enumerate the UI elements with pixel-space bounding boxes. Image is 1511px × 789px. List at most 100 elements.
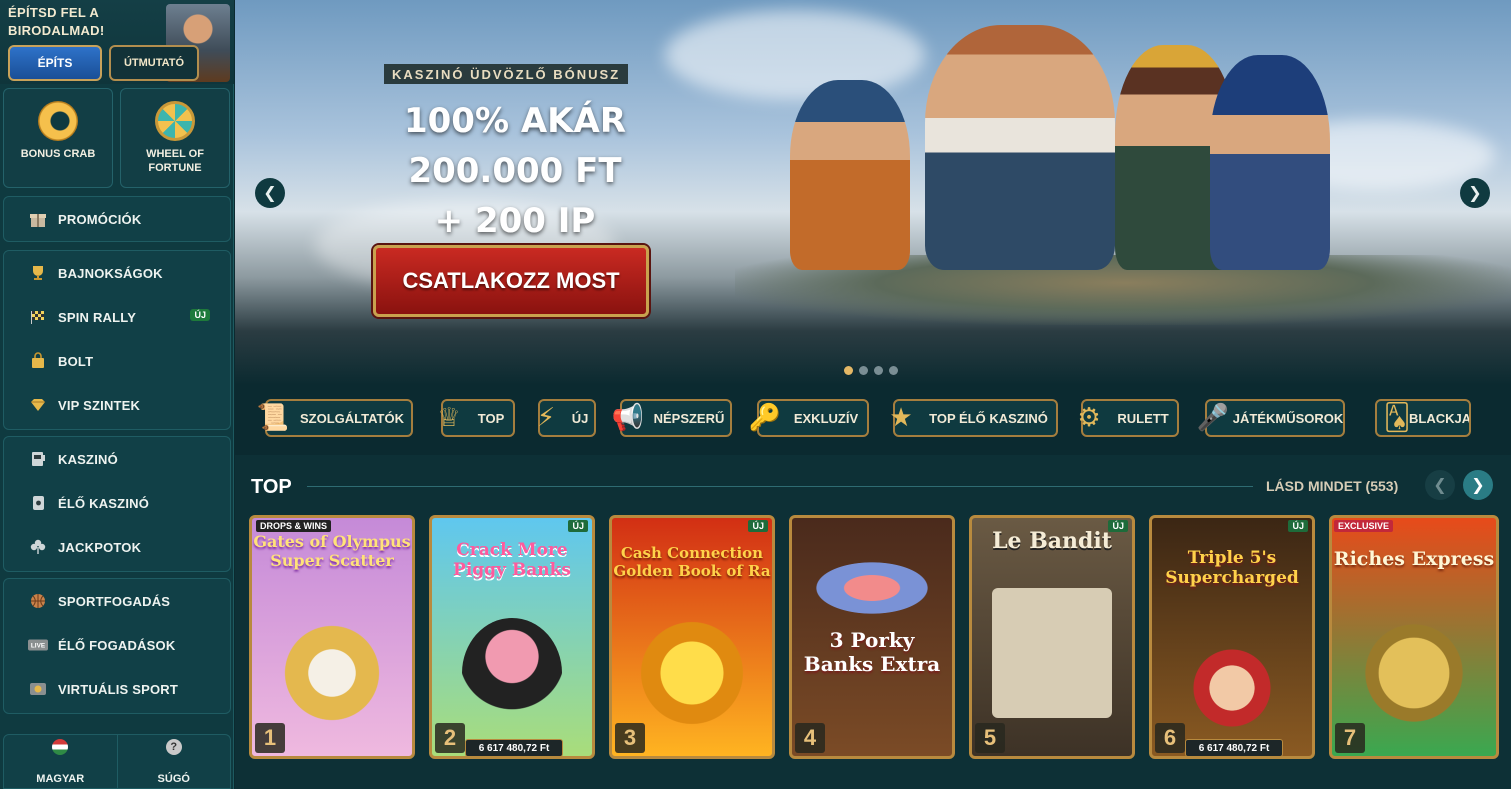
category-label: TOP <box>477 410 505 426</box>
game-card[interactable]: Cash Connection Golden Book of Ra ÚJ 3 <box>609 515 775 759</box>
hero-banner[interactable]: KASZINÓ ÜDVÖZLŐ BÓNUSZ 100% AKÁR 200.000… <box>235 0 1511 385</box>
menu-group-promos: PROMÓCIÓK <box>3 196 231 242</box>
key-icon: 🔑 <box>748 401 782 432</box>
new-badge: ÚJ <box>1108 520 1128 532</box>
see-all-link[interactable]: LÁSD MINDET (553) <box>1266 478 1398 494</box>
rank-number: 2 <box>435 723 465 753</box>
tile-label: WHEEL OF FORTUNE <box>146 148 204 174</box>
game-title: Cash Connection Golden Book of Ra <box>613 544 771 580</box>
category-label: SZOLGÁLTATÓK <box>300 410 404 426</box>
new-badge: ÚJ <box>1288 520 1308 532</box>
category-game-shows[interactable]: 🎤 JÁTÉKMŰSOROK <box>1197 399 1345 437</box>
game-card[interactable]: Riches Express EXCLUSIVE 7 <box>1329 515 1499 759</box>
carousel-dot[interactable] <box>889 366 898 375</box>
new-badge: ÚJ <box>748 520 768 532</box>
category-label: ÚJ <box>571 410 589 426</box>
sidebar-item-jackpots[interactable]: JACKPOTOK <box>4 525 230 569</box>
rank-number: 5 <box>975 723 1005 753</box>
sidebar-item-label: BOLT <box>58 353 94 369</box>
sidebar-item-virtual-sport[interactable]: VIRTUÁLIS SPORT <box>4 667 230 711</box>
category-providers[interactable]: 📜 SZOLGÁLTATÓK <box>257 399 413 437</box>
sidebar-item-casino[interactable]: KASZINÓ <box>4 437 230 481</box>
new-badge: ÚJ <box>568 520 588 532</box>
language-selector[interactable]: MAGYAR <box>4 735 117 788</box>
build-empire-title: ÉPÍTSD FEL A BIRODALMAD! <box>8 5 105 38</box>
game-title: Triple 5's Supercharged <box>1165 548 1299 588</box>
category-exclusive[interactable]: 🔑 EXKLUZÍV <box>749 399 869 437</box>
games-prev-button[interactable]: ❮ <box>1425 470 1455 500</box>
slot-machine-icon <box>28 449 48 469</box>
games-next-button[interactable]: ❯ <box>1463 470 1493 500</box>
section-divider <box>307 486 1253 487</box>
sidebar-item-label: ÉLŐ FOGADÁSOK <box>58 637 176 653</box>
guide-button[interactable]: ÚTMUTATÓ <box>109 45 199 81</box>
sidebar: ÉPÍTSD FEL A BIRODALMAD! ÉPÍTS ÚTMUTATÓ … <box>0 0 234 789</box>
game-title: Riches Express <box>1333 548 1495 570</box>
sidebar-item-shop[interactable]: BOLT <box>4 339 230 383</box>
sidebar-item-promotions[interactable]: PROMÓCIÓK <box>4 197 230 241</box>
sidebar-item-spin-rally[interactable]: SPIN RALLY ÚJ <box>4 295 230 339</box>
svg-text:LIVE: LIVE <box>31 643 45 650</box>
game-title: Le Bandit <box>992 528 1112 554</box>
sidebar-item-sportsbook[interactable]: SPORTFOGADÁS <box>4 579 230 623</box>
category-top-live-casino[interactable]: ★ TOP ÉLŐ KASZINÓ <box>889 399 1058 437</box>
sidebar-item-label: KASZINÓ <box>58 451 118 467</box>
sidebar-item-label: JACKPOTOK <box>58 539 142 555</box>
category-label: BLACKJA <box>1409 410 1471 426</box>
trophy-icon <box>28 263 48 283</box>
king-art <box>1187 643 1277 733</box>
top-games-section: TOP LÁSD MINDET (553) ❮ ❯ Gates of Olymp… <box>235 455 1511 789</box>
wheel-of-fortune-tile[interactable]: WHEEL OF FORTUNE <box>120 88 230 188</box>
lightning-icon: ⚡ <box>536 401 556 432</box>
category-top[interactable]: ♕ TOP <box>437 399 515 437</box>
microphone-icon: 🎤 <box>1196 401 1230 432</box>
hero-next-button[interactable]: ❯ <box>1460 178 1490 208</box>
carousel-dot[interactable] <box>859 366 868 375</box>
sidebar-item-live-betting[interactable]: LIVE ÉLŐ FOGADÁSOK <box>4 623 230 667</box>
category-blackjack[interactable]: 🂡 BLACKJA <box>1375 399 1471 437</box>
emperor-figure <box>790 80 910 270</box>
game-card[interactable]: Crack More Piggy Banks ÚJ 2 6 617 480,72… <box>429 515 595 759</box>
hero-prev-button[interactable]: ❮ <box>255 178 285 208</box>
headline-line: + 200 IP <box>434 201 596 241</box>
carousel-dot[interactable] <box>844 366 853 375</box>
sidebar-item-label: SPIN RALLY <box>58 309 137 325</box>
sidebar-item-tournaments[interactable]: BAJNOKSÁGOK <box>4 251 230 295</box>
rank-number: 6 <box>1155 723 1185 753</box>
exclusive-badge: EXCLUSIVE <box>1334 520 1394 532</box>
sidebar-item-live-casino[interactable]: ÉLŐ KASZINÓ <box>4 481 230 525</box>
horn-icon: 📢 <box>611 401 645 432</box>
build-button[interactable]: ÉPÍTS <box>8 45 102 81</box>
hero-bonus-tag: KASZINÓ ÜDVÖZLŐ BÓNUSZ <box>384 64 629 84</box>
carousel-dot[interactable] <box>874 366 883 375</box>
category-label: JÁTÉKMŰSOROK <box>1232 410 1344 426</box>
rank-number: 1 <box>255 723 285 753</box>
help-button[interactable]: ? SÚGÓ <box>116 735 231 788</box>
scroll-icon: 📜 <box>256 401 290 432</box>
sidebar-item-label: VIRTUÁLIS SPORT <box>58 681 179 697</box>
hungarian-flag-icon <box>52 739 69 755</box>
headline-line: 200.000 FT <box>408 151 622 191</box>
category-label: RULETT <box>1117 410 1169 426</box>
join-now-button[interactable]: CSATLAKOZZ MOST <box>373 245 649 317</box>
game-card[interactable]: 3 Porky Banks Extra 4 <box>789 515 955 759</box>
sidebar-item-label: VIP SZINTEK <box>58 397 141 413</box>
game-card[interactable]: Le Bandit ÚJ 5 <box>969 515 1135 759</box>
golden-book-art <box>637 618 747 728</box>
game-card[interactable]: Gates of Olympus Super Scatter DROPS & W… <box>249 515 415 759</box>
napoleon-figure <box>1210 55 1330 270</box>
sidebar-item-label: SPORTFOGADÁS <box>58 593 171 609</box>
category-roulette[interactable]: ⚙ RULETT <box>1077 399 1179 437</box>
game-card[interactable]: Triple 5's Supercharged ÚJ 6 6 617 480,7… <box>1149 515 1315 759</box>
clover-icon <box>28 537 48 557</box>
sidebar-item-vip[interactable]: VIP SZINTEK <box>4 383 230 427</box>
jackpot-amount: 6 617 480,72 Ft <box>1185 739 1283 756</box>
sidebar-item-label: PROMÓCIÓK <box>58 211 142 227</box>
category-new[interactable]: ⚡ ÚJ <box>537 399 596 437</box>
bonus-crab-tile[interactable]: BONUS CRAB <box>3 88 113 188</box>
category-popular[interactable]: 📢 NÉPSZERŰ <box>612 399 732 437</box>
rank-number: 3 <box>615 723 645 753</box>
game-title: Gates of Olympus Super Scatter <box>253 532 411 570</box>
help-icon: ? <box>165 739 182 755</box>
empire-banner: ÉPÍTSD FEL A BIRODALMAD! ÉPÍTS ÚTMUTATÓ <box>0 0 234 84</box>
